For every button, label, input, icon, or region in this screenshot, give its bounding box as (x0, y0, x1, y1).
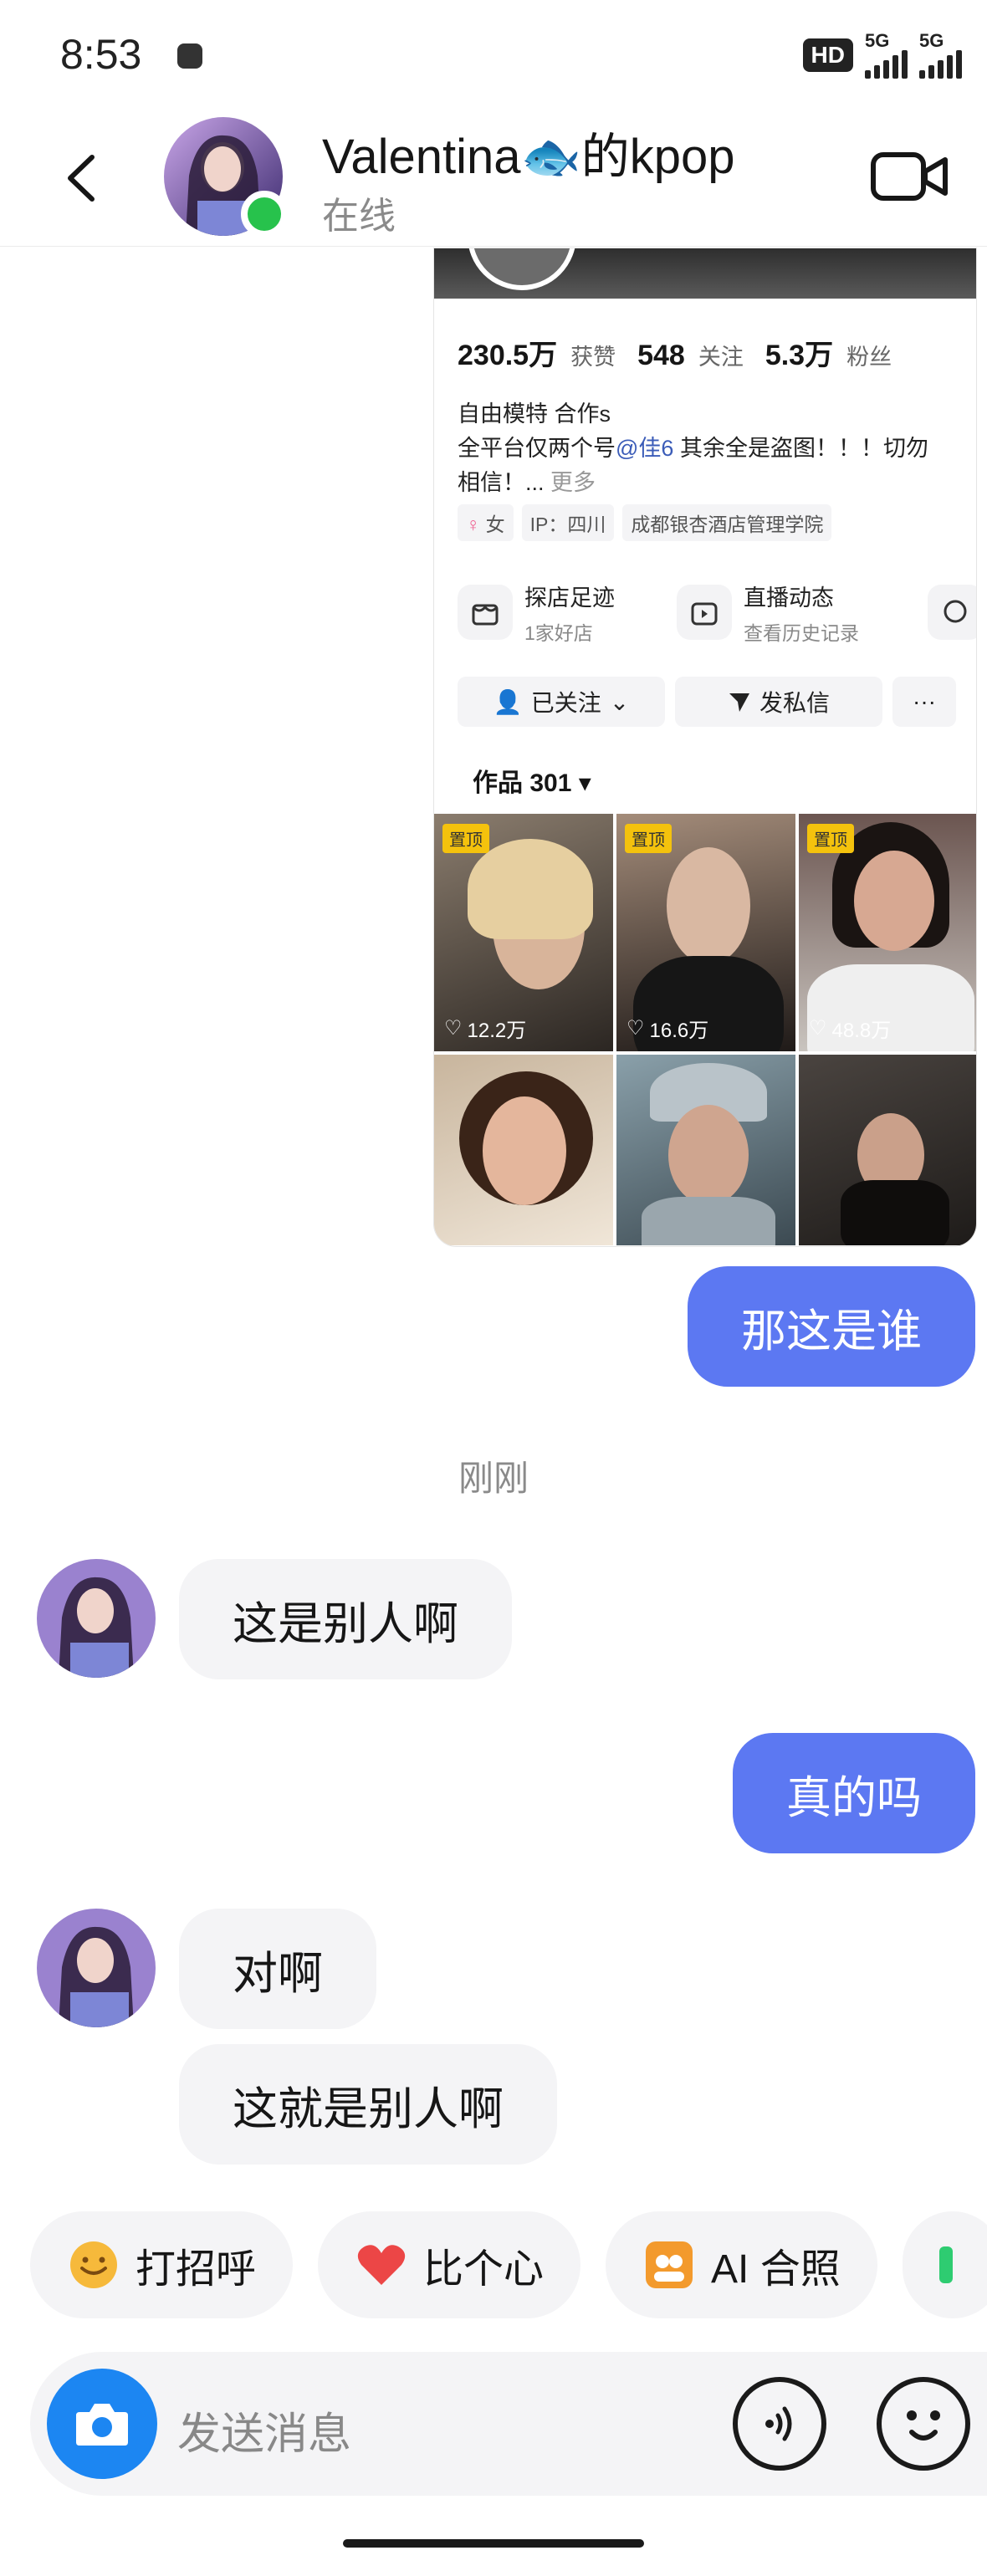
work-thumbnail[interactable] (616, 1055, 795, 1245)
quick-action-heart[interactable]: 比个心 (318, 2211, 581, 2318)
message-bubble-mine[interactable]: 那这是谁 (688, 1266, 975, 1387)
chat-header: Valentina🐟的kpop 在线 (0, 109, 987, 247)
school-tag: 成都银杏酒店管理学院 (622, 504, 832, 541)
profile-avatar (468, 248, 576, 290)
like-count: ♡ 16.6万 (626, 1017, 709, 1042)
status-indicators: HD 5G 5G (802, 32, 962, 79)
gender-tag: ♀ 女 (458, 504, 514, 541)
contact-avatar-small[interactable] (37, 1909, 156, 2027)
send-message-button[interactable]: 发私信 (675, 677, 882, 727)
quick-actions: 打招呼 比个心 AI 合照 (30, 2211, 987, 2318)
heart-outline-icon: ♡ (626, 1017, 645, 1040)
send-icon (729, 693, 749, 712)
shared-profile-card[interactable]: 230.5万 获赞 548 关注 5.3万 粉丝 自由模特 合作s 全平台仅两个… (433, 248, 977, 1247)
pinned-badge: 置顶 (807, 824, 854, 853)
likes-count: 230.5万 (458, 340, 558, 371)
mention-link[interactable]: @佳6 (616, 436, 673, 461)
heart-icon (357, 2245, 406, 2285)
camera-icon (76, 2404, 128, 2446)
female-icon: ♀ (466, 514, 481, 535)
work-thumbnail[interactable]: 置顶 ♡ 16.6万 (616, 814, 795, 1051)
notification-app-icon (177, 43, 202, 69)
profile-stats: 230.5万 获赞 548 关注 5.3万 粉丝 (458, 332, 900, 373)
contact-name[interactable]: Valentina🐟的kpop (322, 117, 735, 187)
followers-label: 粉丝 (846, 345, 892, 370)
wave-emoji-icon (70, 2241, 117, 2288)
camera-button[interactable] (47, 2369, 157, 2479)
emoji-button[interactable] (877, 2377, 970, 2471)
contact-avatar-small[interactable] (37, 1559, 156, 1678)
signal-icon-2: 5G (919, 32, 962, 79)
comment-icon (928, 585, 976, 640)
live-history-entry[interactable]: 直播动态 查看历史记录 (677, 575, 859, 650)
voice-button[interactable] (733, 2377, 826, 2471)
shop-icon (458, 585, 513, 640)
work-thumbnail[interactable] (434, 1055, 613, 1245)
message-input[interactable]: 发送消息 (177, 2399, 351, 2461)
profile-bio-line: 全平台仅两个号@佳6 其余全是盗图！！！切勿 (458, 436, 928, 461)
store-visits-entry[interactable]: 探店足迹 1家好店 (458, 575, 615, 650)
voice-wave-icon (765, 2406, 792, 2441)
message-input-bar: 发送消息 (30, 2352, 987, 2496)
home-indicator[interactable] (343, 2539, 644, 2548)
work-thumbnail[interactable]: 置顶 ♡ 48.8万 (799, 814, 976, 1051)
pinned-badge: 置顶 (625, 824, 672, 853)
heart-outline-icon: ♡ (809, 1017, 827, 1040)
more-options-button[interactable]: ··· (892, 677, 956, 727)
pinned-badge: 置顶 (442, 824, 489, 853)
chevron-down-icon: ⌄ (609, 688, 630, 715)
message-bubble-theirs[interactable]: 这就是别人啊 (179, 2044, 557, 2165)
profile-bio-line: 自由模特 合作s (458, 401, 611, 427)
user-check-icon: 👤 (493, 688, 523, 715)
heart-outline-icon: ♡ (444, 1017, 463, 1040)
works-grid: 置顶 ♡ 12.2万 置顶 ♡ 16.6万 置顶 ♡ 48.8万 (434, 814, 976, 1245)
more-features-entry[interactable] (928, 575, 976, 650)
back-arrow-icon[interactable] (54, 149, 112, 207)
likes-label: 获赞 (570, 345, 616, 370)
following-label: 关注 (698, 345, 744, 370)
contact-status: 在线 (322, 196, 396, 237)
profile-bio-line: 相信！... 更多 (458, 470, 596, 495)
work-thumbnail[interactable] (799, 1055, 976, 1245)
hd-badge: HD (802, 38, 853, 72)
quick-action-greet[interactable]: 打招呼 (30, 2211, 294, 2318)
following-button[interactable]: 👤 已关注 ⌄ (458, 677, 665, 727)
online-indicator (241, 191, 288, 238)
tv-icon (677, 585, 732, 640)
profile-tags: ♀ 女 IP：四川 成都银杏酒店管理学院 (458, 504, 832, 541)
profile-actions: 👤 已关注 ⌄ 发私信 ··· (458, 677, 956, 727)
quick-action-more[interactable] (902, 2211, 987, 2318)
ip-tag: IP：四川 (521, 504, 615, 541)
followers-count: 5.3万 (765, 340, 834, 371)
partial-icon (938, 2246, 953, 2283)
following-count: 548 (637, 340, 685, 371)
like-count: ♡ 48.8万 (809, 1017, 892, 1042)
video-call-icon[interactable] (870, 146, 950, 207)
status-time: 8:53 (60, 31, 142, 78)
smiley-icon (907, 2410, 940, 2441)
profile-banner (434, 248, 976, 299)
message-bubble-theirs[interactable]: 这是别人啊 (179, 1559, 512, 1679)
message-timestamp: 刚刚 (458, 1459, 529, 1498)
bio-more-link[interactable]: 更多 (550, 470, 596, 495)
works-count[interactable]: 作品 301 ▾ (473, 762, 591, 799)
work-thumbnail[interactable]: 置顶 ♡ 12.2万 (434, 814, 613, 1051)
ai-photo-icon (646, 2241, 693, 2288)
signal-icon: 5G (865, 32, 908, 79)
quick-action-ai-photo[interactable]: AI 合照 (606, 2211, 877, 2318)
message-bubble-theirs[interactable]: 对啊 (179, 1909, 376, 2029)
like-count: ♡ 12.2万 (444, 1017, 527, 1042)
message-bubble-mine[interactable]: 真的吗 (733, 1733, 975, 1853)
